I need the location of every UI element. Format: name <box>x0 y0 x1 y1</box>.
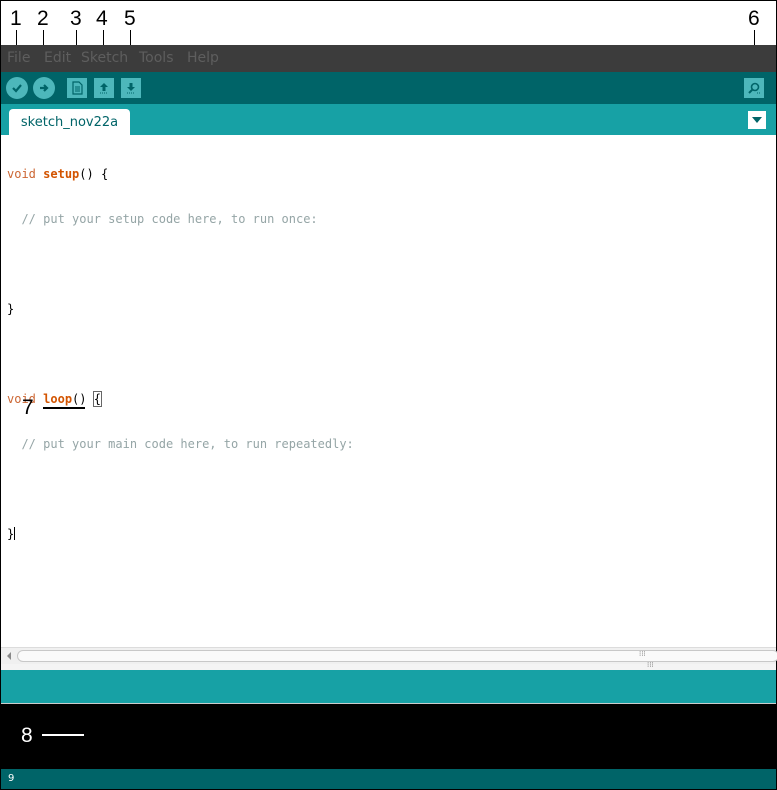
horizontal-scrollbar[interactable]: ⁞⁞⁞ <box>1 647 777 665</box>
code-comment: // put your setup code here, to run once… <box>7 212 318 226</box>
arrow-down-icon <box>127 83 135 94</box>
tab-bar: sketch_nov22a <box>1 104 776 135</box>
scroll-left-icon[interactable] <box>7 652 11 660</box>
annotation-5: 5 <box>124 7 136 30</box>
code-text-fragment: () <box>72 392 94 406</box>
annotation-leader-7 <box>43 407 85 409</box>
document-icon <box>72 81 83 95</box>
matched-bracket: { <box>92 391 103 407</box>
serial-monitor-button[interactable] <box>744 78 764 98</box>
status-bar <box>1 670 776 703</box>
tab-sketch[interactable]: sketch_nov22a <box>9 109 130 135</box>
menu-help[interactable]: Help <box>187 50 219 66</box>
arrow-right-icon <box>40 84 49 92</box>
menu-sketch[interactable]: Sketch <box>81 50 128 66</box>
save-button[interactable] <box>121 78 141 98</box>
annotation-8: 8 <box>21 724 33 747</box>
annotation-7: 7 <box>22 396 34 419</box>
check-icon <box>12 84 22 93</box>
code-line: } <box>7 527 354 542</box>
annotation-4: 4 <box>96 7 108 30</box>
code-comment: // put your main code here, to run repea… <box>7 437 354 451</box>
scrollbar-thumb[interactable] <box>17 650 777 662</box>
menu-edit[interactable]: Edit <box>44 50 71 66</box>
code-editor[interactable]: void setup() { // put your setup code he… <box>1 135 776 647</box>
code-keyword: void <box>7 167 36 181</box>
code-text-fragment: () { <box>79 167 109 181</box>
text-caret <box>14 527 16 540</box>
code-function: setup <box>43 167 80 181</box>
annotation-6: 6 <box>748 7 760 30</box>
code-text: void setup() { // put your setup code he… <box>7 137 354 572</box>
magnifier-icon <box>748 82 760 94</box>
chevron-down-icon <box>752 117 762 123</box>
code-line: void setup() { <box>7 167 354 182</box>
open-button[interactable] <box>94 78 114 98</box>
footer-bar: 9 <box>1 769 776 789</box>
line-number: 9 <box>8 773 15 784</box>
code-function: loop <box>43 392 73 406</box>
splitter-grip-icon: ⁞⁞⁞ <box>647 661 654 669</box>
upload-button[interactable] <box>33 77 55 99</box>
console-output[interactable] <box>1 703 776 770</box>
verify-button[interactable] <box>6 77 28 99</box>
new-button[interactable] <box>67 78 87 98</box>
annotation-2: 2 <box>37 7 49 30</box>
tab-menu-button[interactable] <box>748 111 766 129</box>
annotation-leader-8 <box>42 734 84 736</box>
arrow-up-icon <box>100 83 108 94</box>
menu-file[interactable]: File <box>7 50 30 66</box>
annotation-3: 3 <box>70 7 82 30</box>
code-line: void loop() { <box>7 391 354 407</box>
menu-bar: File Edit Sketch Tools Help <box>1 45 776 72</box>
annotation-1: 1 <box>10 7 22 30</box>
scroll-grip-icon: ⁞⁞⁞ <box>639 650 646 658</box>
code-line: } <box>7 302 15 316</box>
code-text-fragment: } <box>7 527 15 541</box>
menu-tools[interactable]: Tools <box>139 50 174 66</box>
toolbar <box>1 72 776 104</box>
